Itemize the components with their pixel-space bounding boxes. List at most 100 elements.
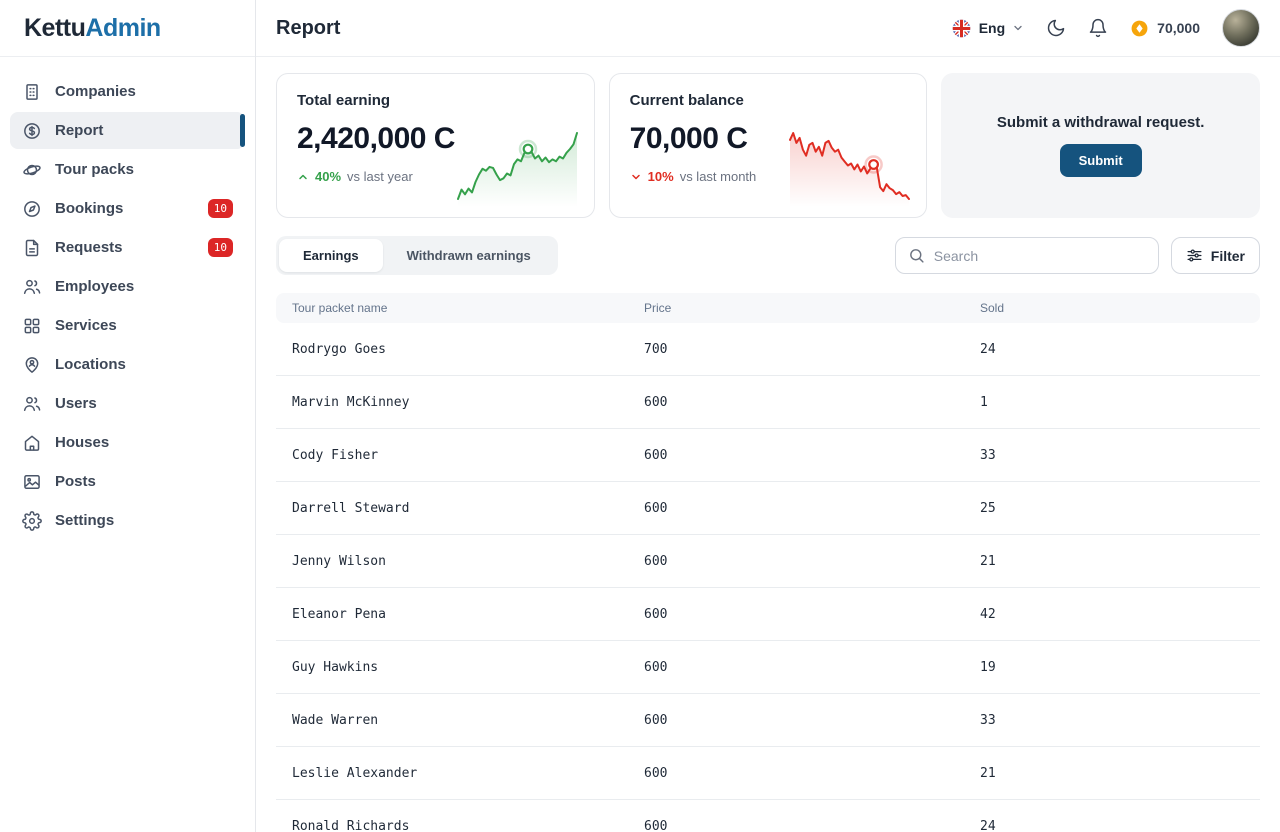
table-cell: 1 bbox=[964, 395, 1260, 410]
sidebar-item-label: Requests bbox=[55, 239, 123, 256]
table-cell: 600 bbox=[628, 607, 964, 622]
sidebar-item-label: Employees bbox=[55, 278, 134, 295]
table-cell: Marvin McKinney bbox=[276, 395, 628, 410]
sliders-icon bbox=[1186, 247, 1203, 264]
tab-withdrawn-earnings[interactable]: Withdrawn earnings bbox=[383, 239, 555, 272]
table-cell: Ronald Richards bbox=[276, 819, 628, 832]
sidebar-item-label: Bookings bbox=[55, 200, 123, 217]
sidebar-item-employees[interactable]: Employees bbox=[10, 268, 245, 305]
sidebar-item-label: Houses bbox=[55, 434, 109, 451]
coin-balance[interactable]: 70,000 bbox=[1130, 19, 1200, 38]
sidebar-item-houses[interactable]: Houses bbox=[10, 424, 245, 461]
table-row[interactable]: Ronald Richards60024 bbox=[276, 800, 1260, 832]
sidebar-item-label: Report bbox=[55, 122, 103, 139]
earnings-table: Tour packet namePriceSold Rodrygo Goes70… bbox=[276, 293, 1260, 832]
table-cell: 25 bbox=[964, 501, 1260, 516]
moon-icon bbox=[1046, 18, 1066, 38]
table-cell: 19 bbox=[964, 660, 1260, 675]
tab-earnings[interactable]: Earnings bbox=[279, 239, 383, 272]
building-icon bbox=[22, 82, 42, 102]
sidebar-item-locations[interactable]: Locations bbox=[10, 346, 245, 383]
table-row[interactable]: Darrell Steward60025 bbox=[276, 482, 1260, 535]
brand-secondary: Admin bbox=[85, 14, 160, 42]
sidebar-item-services[interactable]: Services bbox=[10, 307, 245, 344]
language-label: Eng bbox=[979, 20, 1005, 36]
table-cell: 24 bbox=[964, 819, 1260, 832]
people-icon bbox=[22, 394, 42, 414]
sidebar-item-settings[interactable]: Settings bbox=[10, 502, 245, 539]
table-cell: 600 bbox=[628, 766, 964, 781]
count-badge: 10 bbox=[208, 238, 233, 257]
table-cell: 42 bbox=[964, 607, 1260, 622]
table-cell: Cody Fisher bbox=[276, 448, 628, 463]
table-body: Rodrygo Goes70024Marvin McKinney6001Cody… bbox=[276, 323, 1260, 832]
sidebar-item-label: Services bbox=[55, 317, 117, 334]
table-cell: Darrell Steward bbox=[276, 501, 628, 516]
delta-percent: 10% bbox=[648, 169, 674, 184]
sidebar-item-label: Locations bbox=[55, 356, 126, 373]
table-cell: 600 bbox=[628, 554, 964, 569]
delta-percent: 40% bbox=[315, 169, 341, 184]
sidebar-item-label: Tour packs bbox=[55, 161, 134, 178]
dollar-circle-icon bbox=[22, 121, 42, 141]
notifications-button[interactable] bbox=[1088, 18, 1108, 38]
uk-flag-icon bbox=[951, 18, 972, 39]
table-cell: 600 bbox=[628, 713, 964, 728]
search-input[interactable] bbox=[934, 248, 1146, 264]
chevron-down-icon bbox=[1012, 22, 1024, 34]
total-earning-card: Total earning 2,420,000 C 40% vs last ye… bbox=[276, 73, 595, 218]
table-header: Tour packet namePriceSold bbox=[276, 293, 1260, 323]
table-cell: Eleanor Pena bbox=[276, 607, 628, 622]
table-row[interactable]: Jenny Wilson60021 bbox=[276, 535, 1260, 588]
card-title: Current balance bbox=[630, 92, 907, 109]
table-row[interactable]: Wade Warren60033 bbox=[276, 694, 1260, 747]
column-header: Tour packet name bbox=[276, 301, 628, 315]
planet-icon bbox=[22, 160, 42, 180]
delta-note: vs last month bbox=[680, 169, 757, 184]
sidebar-item-tour-packs[interactable]: Tour packs bbox=[10, 151, 245, 188]
table-cell: 700 bbox=[628, 342, 964, 357]
table-row[interactable]: Cody Fisher60033 bbox=[276, 429, 1260, 482]
sidebar-item-label: Users bbox=[55, 395, 97, 412]
table-row[interactable]: Guy Hawkins60019 bbox=[276, 641, 1260, 694]
column-header: Price bbox=[628, 301, 964, 315]
sidebar-item-companies[interactable]: Companies bbox=[10, 73, 245, 110]
sidebar-item-label: Settings bbox=[55, 512, 114, 529]
brand-logo-text: KettuAdmin bbox=[24, 14, 161, 43]
table-cell: 600 bbox=[628, 819, 964, 832]
active-indicator-bar bbox=[240, 114, 245, 147]
dark-mode-toggle[interactable] bbox=[1046, 18, 1066, 38]
coin-icon bbox=[1130, 19, 1149, 38]
withdrawal-message: Submit a withdrawal request. bbox=[997, 114, 1205, 131]
table-row[interactable]: Eleanor Pena60042 bbox=[276, 588, 1260, 641]
table-cell: 21 bbox=[964, 554, 1260, 569]
sidebar-item-label: Posts bbox=[55, 473, 96, 490]
compass-icon bbox=[22, 199, 42, 219]
table-cell: Guy Hawkins bbox=[276, 660, 628, 675]
table-cell: Rodrygo Goes bbox=[276, 342, 628, 357]
delta-note: vs last year bbox=[347, 169, 413, 184]
brand-logo: KettuAdmin bbox=[0, 0, 255, 57]
language-selector[interactable]: Eng bbox=[951, 18, 1024, 39]
submit-withdrawal-button[interactable]: Submit bbox=[1060, 144, 1142, 177]
filter-button[interactable]: Filter bbox=[1171, 237, 1260, 274]
toolbar: EarningsWithdrawn earnings Filter bbox=[276, 236, 1260, 275]
sidebar-item-report[interactable]: Report bbox=[10, 112, 245, 149]
sidebar-item-requests[interactable]: Requests 10 bbox=[10, 229, 245, 266]
sidebar-item-label: Companies bbox=[55, 83, 136, 100]
balance-sparkline bbox=[787, 123, 912, 207]
sidebar-item-bookings[interactable]: Bookings 10 bbox=[10, 190, 245, 227]
home-icon bbox=[22, 433, 42, 453]
search-box[interactable] bbox=[895, 237, 1159, 274]
column-header: Sold bbox=[964, 301, 1260, 315]
sidebar-nav: Companies Report Tour packs Bookings 10 … bbox=[0, 57, 255, 539]
sidebar-item-posts[interactable]: Posts bbox=[10, 463, 245, 500]
sidebar-item-users[interactable]: Users bbox=[10, 385, 245, 422]
table-row[interactable]: Marvin McKinney6001 bbox=[276, 376, 1260, 429]
table-row[interactable]: Leslie Alexander60021 bbox=[276, 747, 1260, 800]
table-row[interactable]: Rodrygo Goes70024 bbox=[276, 323, 1260, 376]
topbar: Report Eng bbox=[256, 0, 1280, 57]
brand-primary: Kettu bbox=[24, 14, 85, 42]
table-cell: 33 bbox=[964, 448, 1260, 463]
user-avatar[interactable] bbox=[1222, 9, 1260, 47]
